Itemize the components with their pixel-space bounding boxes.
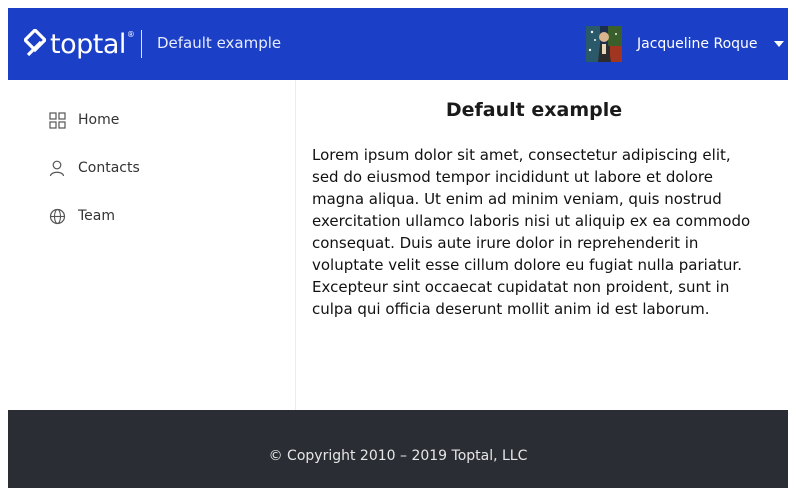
copyright-text: © Copyright 2010 – 2019 Toptal, LLC — [268, 448, 528, 464]
top-header: toptal® Default example Jacqueline Roque — [8, 8, 788, 80]
main-content: Default example Lorem ipsum dolor sit am… — [296, 80, 788, 410]
sidebar-item-label: Team — [78, 208, 116, 224]
body-text: Lorem ipsum dolor sit amet, consectetur … — [312, 146, 751, 318]
logo-wordmark: toptal® — [50, 28, 135, 60]
user-icon — [48, 159, 66, 177]
user-avatar — [586, 26, 622, 62]
toptal-logo-icon — [24, 29, 46, 57]
sidebar-item-label: Home — [78, 112, 120, 128]
toptal-logo[interactable]: toptal® — [24, 28, 135, 60]
app-title: Default example — [157, 34, 282, 52]
app-frame: toptal® Default example Jacqueline Roque — [8, 8, 788, 488]
chevron-down-icon[interactable] — [773, 41, 784, 47]
sidebar-item-label: Contacts — [78, 160, 140, 176]
page-title: Default example — [445, 99, 623, 121]
user-name: Jacqueline Roque — [637, 36, 758, 52]
grid-icon — [48, 111, 66, 129]
globe-icon — [48, 207, 66, 225]
sidebar-item-home[interactable]: Home — [48, 108, 119, 132]
sidebar-item-contacts[interactable]: Contacts — [48, 156, 140, 180]
header-divider — [141, 30, 142, 58]
sidebar: Home Contacts Team — [8, 80, 296, 410]
footer: © Copyright 2010 – 2019 Toptal, LLC — [8, 410, 788, 488]
user-menu[interactable]: Jacqueline Roque — [586, 26, 784, 62]
sidebar-item-team[interactable]: Team — [48, 204, 115, 228]
